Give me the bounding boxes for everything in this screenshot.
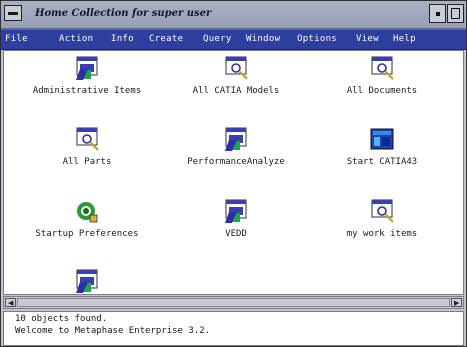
- object-label: VEDD: [225, 229, 247, 239]
- object-unlabeled[interactable]: [12, 269, 162, 294]
- object-administrative-items[interactable]: Administrative Items: [12, 56, 162, 106]
- scroll-right-button[interactable]: ▶: [451, 298, 462, 307]
- menu-info[interactable]: Info: [111, 34, 134, 44]
- main-window: Home Collection for super user File Acti…: [0, 0, 467, 347]
- object-label: Administrative Items: [32, 86, 142, 96]
- title-bar[interactable]: Home Collection for super user: [1, 1, 466, 29]
- arrow-right-icon: ▶: [454, 299, 460, 307]
- catia-app-icon: [370, 128, 394, 150]
- window-title: Home Collection for super user: [35, 8, 212, 19]
- object-label: my work items: [346, 229, 418, 239]
- folder-window-icon: [225, 127, 247, 151]
- horizontal-scrollbar[interactable]: ◀ ▶: [3, 296, 464, 309]
- object-all-documents[interactable]: All Documents: [307, 56, 457, 106]
- minimize-icon: [436, 12, 440, 16]
- menu-options[interactable]: Options: [297, 34, 337, 44]
- folder-window-icon: [225, 199, 247, 223]
- menu-action[interactable]: Action: [59, 34, 93, 44]
- object-label: PerformanceAnalyze: [187, 157, 285, 167]
- menu-create[interactable]: Create: [149, 34, 183, 44]
- magnifier-query-icon: [76, 127, 99, 151]
- welcome-message: Welcome to Metaphase Enterprise 3.2.: [15, 326, 211, 336]
- object-all-catia-models[interactable]: All CATIA Models: [161, 56, 311, 106]
- scroll-left-button[interactable]: ◀: [5, 298, 16, 307]
- minimize-button[interactable]: [429, 4, 446, 23]
- window-menu-icon: [8, 12, 18, 15]
- object-label: Startup Preferences: [35, 229, 139, 239]
- window-menu-button[interactable]: [4, 5, 22, 21]
- object-label: All Parts: [62, 157, 112, 167]
- object-start-catia43[interactable]: Start CATIA43: [307, 127, 457, 177]
- folder-window-icon: [76, 269, 98, 293]
- object-startup-preferences[interactable]: Startup Preferences: [12, 199, 162, 249]
- menu-help[interactable]: Help: [393, 34, 416, 44]
- menu-view[interactable]: View: [356, 34, 379, 44]
- magnifier-query-icon: [225, 56, 248, 80]
- collection-view: Administrative Items All CATIA Models Al…: [3, 50, 464, 295]
- folder-window-icon: [76, 56, 98, 80]
- magnifier-query-icon: [371, 56, 394, 80]
- maximize-icon: [451, 8, 460, 19]
- message-area: 10 objects found. Welcome to Metaphase E…: [3, 311, 464, 346]
- object-my-work-items[interactable]: my work items: [307, 199, 457, 249]
- object-all-parts[interactable]: All Parts: [12, 127, 162, 177]
- preferences-gear-icon: [77, 202, 98, 223]
- object-vedd[interactable]: VEDD: [161, 199, 311, 249]
- object-label: All CATIA Models: [192, 86, 280, 96]
- object-label: Start CATIA43: [346, 157, 418, 167]
- menu-file[interactable]: File: [5, 34, 28, 44]
- maximize-button[interactable]: [447, 4, 464, 23]
- menu-window[interactable]: Window: [246, 34, 280, 44]
- object-performanceanalyze[interactable]: PerformanceAnalyze: [161, 127, 311, 177]
- arrow-left-icon: ◀: [8, 299, 14, 307]
- magnifier-query-icon: [371, 199, 394, 223]
- status-message: 10 objects found.: [15, 314, 108, 324]
- object-label: All Documents: [346, 86, 418, 96]
- menu-bar: File Action Info Create Query Window Opt…: [1, 29, 466, 50]
- menu-query[interactable]: Query: [203, 34, 232, 44]
- scrollbar-thumb[interactable]: [17, 298, 450, 307]
